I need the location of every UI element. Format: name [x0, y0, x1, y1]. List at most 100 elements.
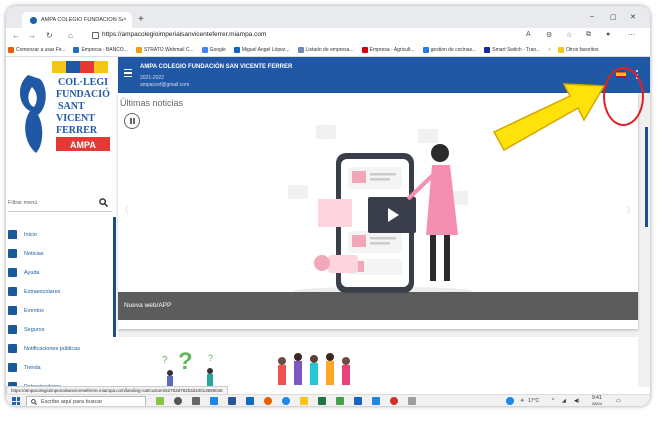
weather-icon[interactable]: ☀	[520, 398, 524, 404]
app-title: AMPA COLEGIO FUNDACIÓN SAN VICENTE FERRE…	[140, 64, 293, 70]
task-view-icon[interactable]	[192, 397, 200, 405]
bookmark-item[interactable]: gestion de cocinas...	[422, 47, 476, 53]
carousel-caption[interactable]: Nueva web/APP	[118, 292, 638, 320]
sidebar-item-notificaciones[interactable]: Notificaciones públicas	[8, 339, 116, 358]
more-browser-icon[interactable]: ⋯	[628, 31, 635, 39]
notifications-icon[interactable]: ▭	[616, 398, 621, 404]
carousel-prev-icon[interactable]: ‹	[124, 201, 129, 219]
bookmark-item[interactable]: Empresa - Agricult...	[361, 47, 415, 53]
address-bar: ← → ↻ ⌂ https://ampacolegioimperialsanvi…	[6, 28, 650, 44]
maximize-button[interactable]: ▢	[610, 13, 617, 21]
sidebar-item-extraescolares[interactable]: Extraescolares	[8, 282, 116, 301]
carousel-next-icon[interactable]: ›	[626, 201, 631, 219]
annotation-highlight-circle	[603, 67, 644, 126]
hamburger-menu-icon[interactable]	[124, 69, 132, 79]
pause-icon[interactable]	[124, 113, 140, 129]
bookmark-item[interactable]: STRATO Webmail C...	[135, 47, 194, 53]
browser-tab[interactable]: AMPA COLEGIO FUNDACIÓN SA ×	[22, 12, 132, 28]
taskbar-search-input[interactable]: Escribe aquí para buscar	[41, 399, 102, 405]
volume-icon[interactable]: ◀)	[574, 398, 580, 404]
bookmark-icon	[135, 47, 142, 53]
bookmark-label: Smart Switch - Tran...	[492, 47, 541, 53]
bookmark-label: Listado de empresa...	[305, 47, 354, 53]
main-scrollbar[interactable]	[645, 127, 648, 227]
bookmark-item[interactable]: Miguel Angel López...	[233, 47, 290, 53]
excel-icon[interactable]	[318, 397, 326, 405]
calendar-icon	[8, 306, 17, 315]
lock-icon[interactable]	[92, 32, 99, 39]
app-red-icon[interactable]	[390, 397, 398, 405]
bookmark-icon	[201, 47, 208, 53]
bookmark-item[interactable]: Otros favoritos	[558, 47, 599, 53]
close-window-button[interactable]: ✕	[630, 13, 636, 21]
favorites-icon[interactable]: ☆	[566, 31, 572, 39]
sidebar-item-inicio[interactable]: Inicio	[8, 225, 116, 244]
bookmark-icon	[422, 47, 429, 53]
app-blue-icon[interactable]	[354, 397, 362, 405]
home-browser-icon[interactable]: ⌂	[68, 31, 73, 40]
bookmark-label: Empresa - BANCO...	[81, 47, 128, 53]
browser-tab-bar: AMPA COLEGIO FUNDACIÓN SA × + – ▢ ✕	[6, 6, 650, 28]
sidebar-item-seguros[interactable]: Seguros	[8, 320, 116, 339]
sidebar-item-label: Ayuda	[24, 269, 40, 276]
bookmark-item[interactable]: Comenzar a usar Fir...	[8, 47, 65, 53]
sidebar-item-eventos[interactable]: Eventos	[8, 301, 116, 320]
edge-icon[interactable]	[210, 397, 218, 405]
app-gray-icon[interactable]	[408, 397, 416, 405]
bookmark-item[interactable]: Smart Switch - Tran...	[484, 47, 540, 53]
sidebar-item-ayuda[interactable]: Ayuda	[8, 263, 116, 282]
menu-filter[interactable]: Filtrar menú	[8, 197, 112, 212]
taskbar-search[interactable]: Escribe aquí para buscar	[26, 396, 146, 406]
svg-text:?: ?	[178, 348, 193, 375]
read-aloud-icon[interactable]: A	[526, 31, 531, 38]
bookmark-label: Google	[209, 47, 226, 53]
logo-line-3: SANT	[58, 101, 85, 112]
help-icon[interactable]	[506, 397, 514, 405]
forward-icon[interactable]: →	[28, 31, 36, 40]
firefox-icon[interactable]	[264, 397, 272, 405]
bookmark-icon	[8, 47, 14, 53]
new-tab-button[interactable]: +	[138, 14, 144, 25]
extensions-icon[interactable]: ⚙	[546, 31, 552, 39]
outlook-icon[interactable]	[246, 397, 254, 405]
network-icon[interactable]: ◢	[562, 398, 566, 404]
app-green-icon[interactable]	[336, 397, 344, 405]
logo-line-4: VICENT	[56, 113, 95, 124]
weather-temp[interactable]: 17°C	[528, 398, 539, 404]
bookmark-item[interactable]: Google	[201, 47, 226, 53]
url-field[interactable]: https://ampacolegioimperialsanvicentefer…	[102, 31, 266, 38]
clock-date[interactable]: 28/04	[592, 401, 602, 406]
cortana-icon[interactable]	[174, 397, 182, 405]
collections-icon[interactable]: ⧉	[586, 31, 591, 39]
sidebar-item-label: Extraescolares	[24, 288, 61, 295]
menu-filter-input[interactable]: Filtrar menú	[8, 200, 37, 206]
reload-icon[interactable]: ↻	[46, 31, 53, 40]
widgets-icon[interactable]	[156, 397, 164, 405]
profile-icon[interactable]: ●	[606, 31, 610, 38]
bookmarks-more-icon[interactable]: ›	[548, 47, 550, 53]
sidebar-item-label: Notificaciones públicas	[24, 345, 80, 352]
bookmark-icon	[361, 47, 368, 53]
file-explorer-icon[interactable]	[300, 397, 308, 405]
windows-start-icon[interactable]	[12, 397, 20, 405]
sidebar-item-tienda[interactable]: Tienda	[8, 358, 116, 377]
sidebar-scrollbar[interactable]	[113, 217, 116, 337]
minimize-button[interactable]: –	[590, 13, 594, 20]
bookmark-item[interactable]: Listado de empresa...	[297, 47, 354, 53]
settings-icon[interactable]	[372, 397, 380, 405]
sidebar-item-noticias[interactable]: Noticias	[8, 244, 116, 263]
caption-text: Nueva web/APP	[124, 302, 172, 309]
lower-section: ? ? ?	[118, 337, 638, 388]
back-icon[interactable]: ←	[12, 31, 20, 40]
book-icon	[8, 268, 17, 277]
word-icon[interactable]	[228, 397, 236, 405]
edge-browser-icon[interactable]	[282, 397, 290, 405]
bookmark-label: Comenzar a usar Fir...	[16, 47, 66, 53]
svg-text:?: ?	[162, 355, 168, 366]
bookmark-item[interactable]: Empresa - BANCO...	[73, 47, 128, 53]
tab-close-button[interactable]: ×	[123, 17, 127, 23]
news-icon	[8, 249, 17, 258]
search-icon[interactable]	[99, 198, 108, 207]
tray-chevron-icon[interactable]: ^	[552, 398, 554, 404]
annotation-arrow-icon	[492, 83, 606, 152]
